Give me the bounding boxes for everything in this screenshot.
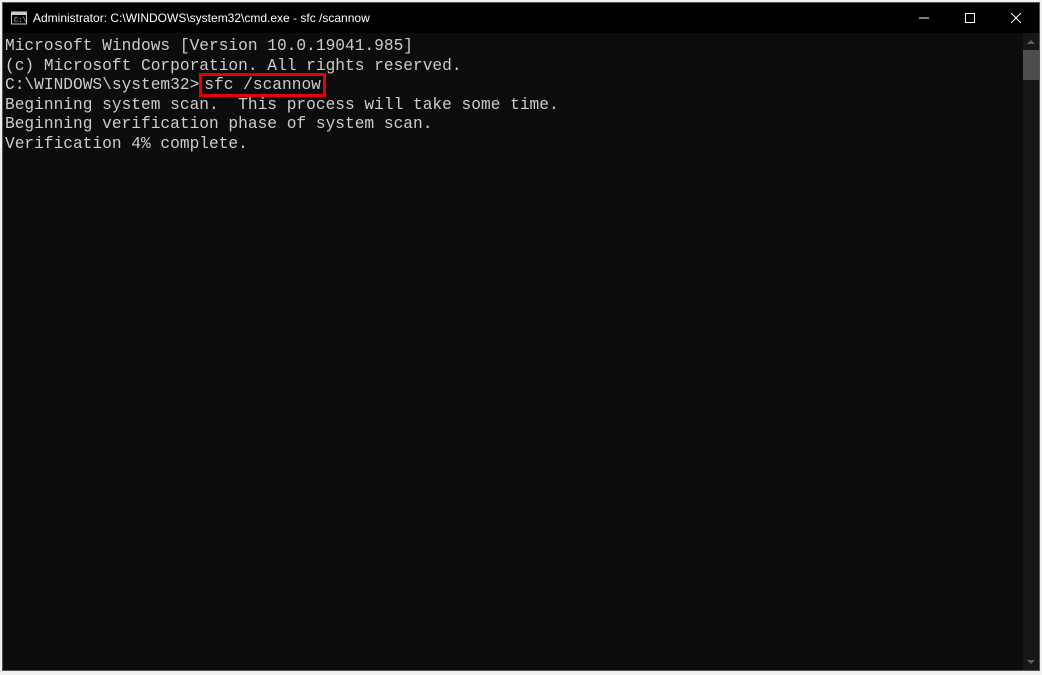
svg-text:C:\: C:\ <box>14 17 27 25</box>
output-line: Microsoft Windows [Version 10.0.19041.98… <box>5 37 1023 57</box>
prompt-path: C:\WINDOWS\system32> <box>5 76 199 94</box>
command-highlight: sfc /scannow <box>199 73 326 97</box>
window-controls <box>901 3 1039 33</box>
close-button[interactable] <box>993 3 1039 33</box>
minimize-button[interactable] <box>901 3 947 33</box>
window-title: Administrator: C:\WINDOWS\system32\cmd.e… <box>33 11 370 25</box>
output-line: (c) Microsoft Corporation. All rights re… <box>5 57 1023 77</box>
typed-command: sfc /scannow <box>204 76 321 94</box>
prompt-line: C:\WINDOWS\system32> sfc /scannow <box>5 76 1023 96</box>
cmd-icon: C:\ <box>11 10 27 26</box>
scroll-thumb[interactable] <box>1023 50 1039 80</box>
output-line: Beginning system scan. This process will… <box>5 96 1023 116</box>
terminal-output[interactable]: Microsoft Windows [Version 10.0.19041.98… <box>3 33 1023 670</box>
scroll-down-arrow-icon[interactable] <box>1023 653 1039 670</box>
terminal-body: Microsoft Windows [Version 10.0.19041.98… <box>3 33 1039 670</box>
vertical-scrollbar[interactable] <box>1023 33 1039 670</box>
maximize-button[interactable] <box>947 3 993 33</box>
output-line: Verification 4% complete. <box>5 135 1023 155</box>
command-prompt-window: C:\ Administrator: C:\WINDOWS\system32\c… <box>2 2 1040 671</box>
output-line: Beginning verification phase of system s… <box>5 115 1023 135</box>
scroll-up-arrow-icon[interactable] <box>1023 33 1039 50</box>
titlebar[interactable]: C:\ Administrator: C:\WINDOWS\system32\c… <box>3 3 1039 33</box>
